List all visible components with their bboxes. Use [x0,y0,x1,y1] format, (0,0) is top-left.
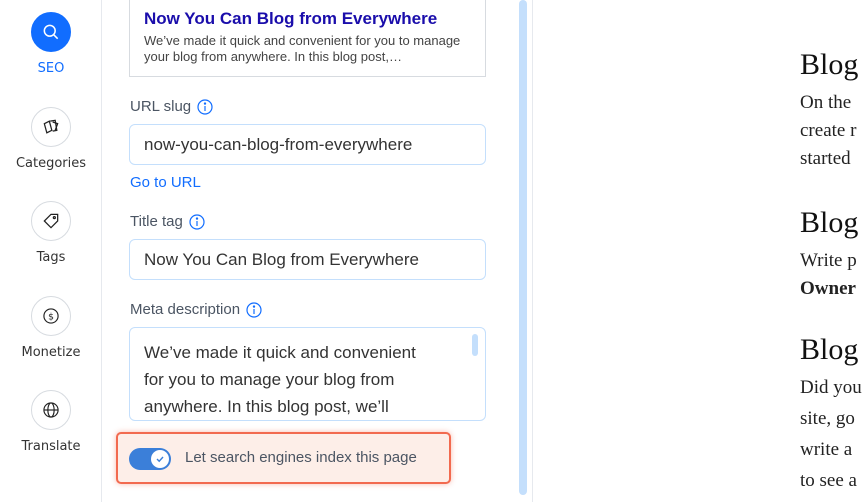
settings-sidebar: SEO Categories Tags $ Monetize Translate [0,0,102,502]
categories-icon [31,107,71,147]
section-heading: Blog [800,206,859,239]
section-text: Owner [800,278,856,299]
sidebar-item-label: Categories [15,156,87,171]
svg-text:$: $ [48,311,54,322]
blog-content-preview: Blog On the create r started Blog Write … [534,0,863,502]
sidebar-item-categories[interactable]: Categories [0,107,102,171]
info-icon[interactable] [197,98,213,115]
meta-description-line: anywhere. In this blog post, we’ll [144,397,389,416]
section-text: site, go [800,408,855,429]
sidebar-item-monetize[interactable]: $ Monetize [0,296,102,360]
index-toggle-label: Let search engines index this page [185,449,417,466]
sidebar-item-tags[interactable]: Tags [0,201,102,265]
preview-title: Now You Can Blog from Everywhere [144,9,438,28]
section-text: Write p [800,250,857,271]
sidebar-item-translate[interactable]: Translate [0,390,102,454]
section-text: On the [800,92,852,113]
section-text: to see a [800,470,857,491]
textarea-scrollbar[interactable] [472,334,478,356]
sidebar-item-seo[interactable]: SEO [0,12,102,76]
search-result-preview: Now You Can Blog from Everywhere We’ve m… [129,0,486,77]
check-icon [151,450,169,468]
info-icon[interactable] [189,213,205,230]
seo-panel: Now You Can Blog from Everywhere We’ve m… [103,0,533,502]
sidebar-item-label: Tags [36,250,66,265]
meta-description-line: for you to manage your blog from [144,370,395,389]
go-to-url-link[interactable]: Go to URL [130,174,201,191]
section-heading: Blog [800,333,859,366]
title-tag-input[interactable]: Now You Can Blog from Everywhere [129,239,486,280]
tag-icon [31,201,71,241]
title-tag-label: Title tag [130,213,205,230]
sidebar-item-label: Translate [21,439,81,454]
sidebar-item-label: Monetize [21,345,81,360]
dollar-icon: $ [31,296,71,336]
info-icon[interactable] [246,301,262,318]
section-text: Did you [800,377,862,398]
sidebar-item-label: SEO [37,61,65,76]
meta-description-line: We’ve made it quick and convenient [144,343,416,362]
title-tag-label-text: Title tag [130,213,183,230]
panel-scrollbar[interactable] [519,0,527,495]
url-slug-input[interactable]: now-you-can-blog-from-everywhere [129,124,486,165]
index-toggle-row: Let search engines index this page [116,432,451,484]
section-text: create r [800,120,857,141]
meta-description-textarea[interactable]: We’ve made it quick and convenient for y… [129,327,486,421]
url-slug-label-text: URL slug [130,98,192,115]
index-toggle-switch[interactable] [129,448,171,470]
section-text: write a [800,439,853,460]
preview-description: We’ve made it quick and convenient for y… [144,33,461,64]
search-icon [31,12,71,52]
globe-icon [31,390,71,430]
meta-description-label-text: Meta description [130,301,241,318]
meta-description-label: Meta description [130,301,262,318]
url-slug-label: URL slug [130,98,213,115]
section-text: started [800,148,851,169]
section-heading: Blog [800,48,859,81]
